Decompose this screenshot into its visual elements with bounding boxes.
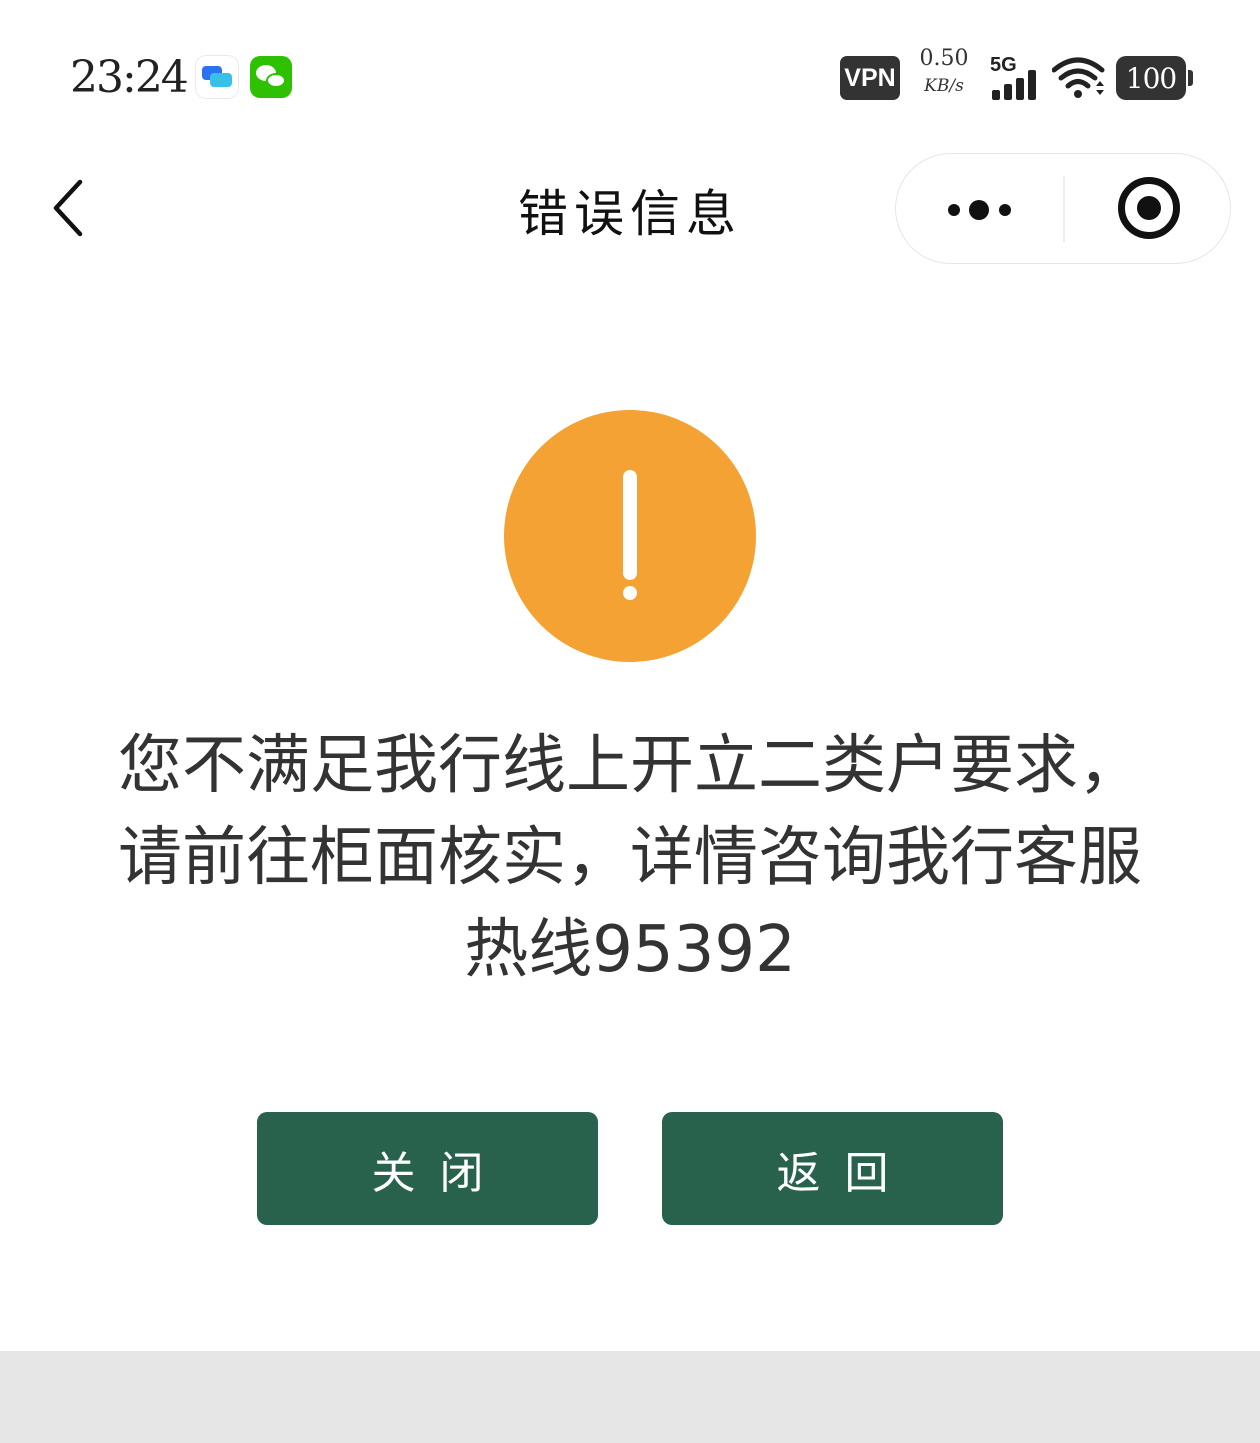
page-title: 错误信息 [518, 185, 742, 243]
chevron-left-icon [53, 179, 83, 237]
network-speed-value: 0.50 [919, 46, 969, 71]
exit-miniapp-button[interactable] [1065, 154, 1230, 262]
network-speed-unit: KB/s [924, 76, 964, 96]
warning-icon [504, 410, 756, 662]
messages-app-icon [196, 56, 238, 98]
network-type-label: 5G [990, 54, 1017, 76]
more-options-button[interactable] [896, 154, 1063, 262]
battery-level: 100 [1125, 61, 1177, 95]
cellular-signal-icon: 5G [988, 54, 1044, 102]
back-button[interactable] [40, 176, 100, 240]
wifi-icon [1052, 57, 1105, 98]
nav-bar: 错误信息 [0, 150, 1260, 270]
status-time: 23:24 [70, 52, 189, 103]
status-bar: 23:24 VPN 0.50 KB/s 5G 100 [0, 0, 1260, 150]
close-button[interactable]: 关闭 [257, 1112, 598, 1225]
error-message: 您不满足我行线上开立二类户要求，请前往柜面核实，详情咨询我行客服热线95392 [118, 729, 1142, 987]
network-speed: 0.50 KB/s [914, 48, 974, 95]
bottom-area [0, 1351, 1260, 1443]
vpn-badge: VPN [840, 56, 900, 100]
miniapp-capsule [895, 153, 1231, 264]
return-button[interactable]: 返回 [662, 1112, 1003, 1225]
battery-icon: 100 [1116, 56, 1193, 100]
error-page: 23:24 VPN 0.50 KB/s 5G 100 错误信息 您不满足我行线上… [0, 0, 1260, 1443]
wechat-app-icon [250, 56, 292, 98]
more-dots-icon [948, 204, 960, 216]
